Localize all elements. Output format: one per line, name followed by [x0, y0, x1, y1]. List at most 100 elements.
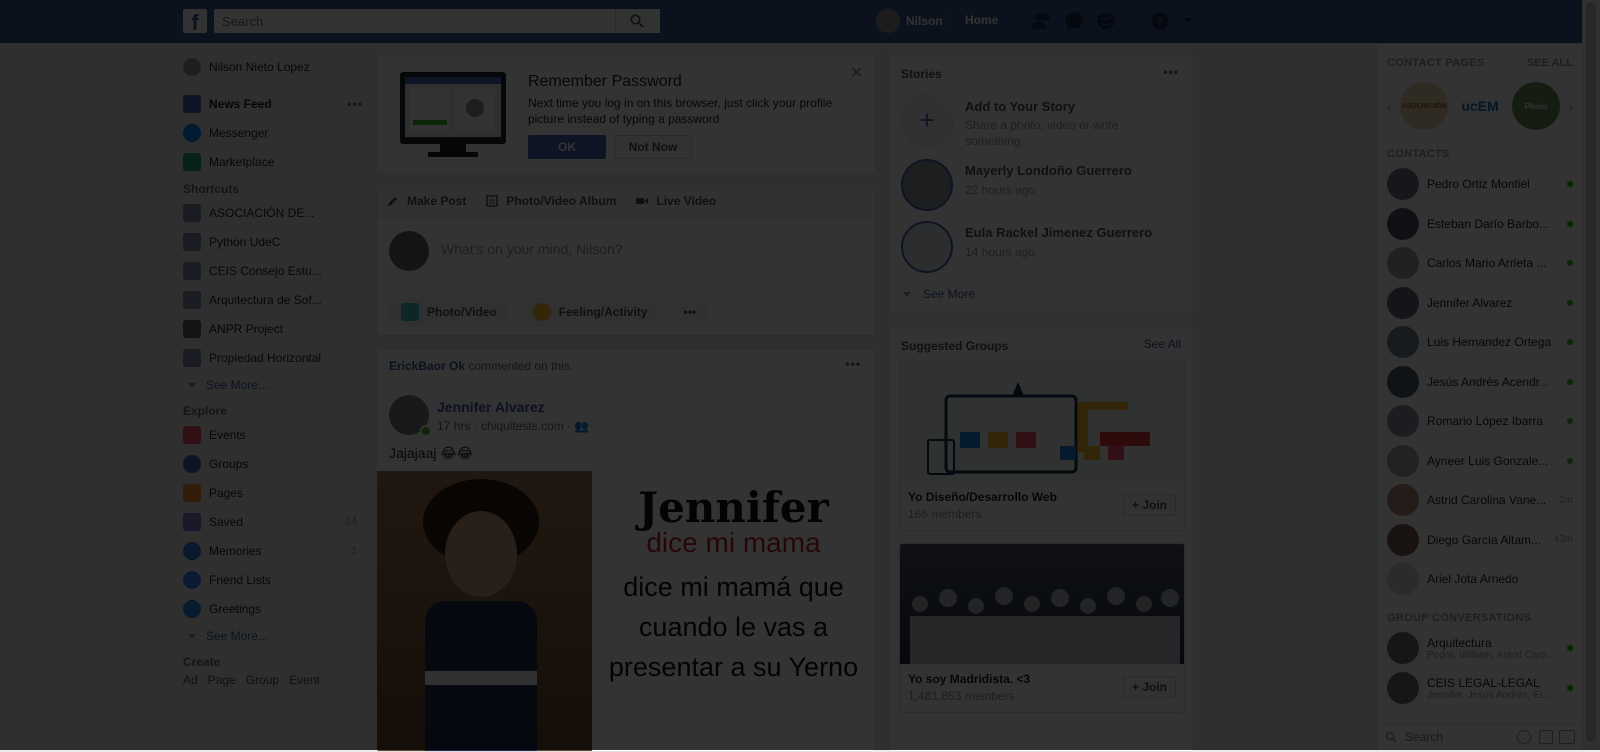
sidebar-item-pages[interactable]: Pages [183, 478, 363, 507]
feeling-activity-button[interactable]: Feeling/Activity [520, 297, 660, 327]
sidebar-item-marketplace[interactable]: Marketplace [183, 147, 363, 176]
sidebar-item-greetings[interactable]: Greetings [183, 594, 363, 623]
sidebar-item-saved[interactable]: Saved 14 [183, 507, 363, 536]
shortcut-item[interactable]: Propiedad Horizontal [183, 343, 363, 372]
composer-actions: Photo/Video Feeling/Activity ••• [389, 297, 709, 327]
see-all-link[interactable]: See All [1144, 337, 1181, 351]
sidebar-item-label: Saved [209, 514, 244, 529]
contact-page-logo[interactable]: ucEM [1455, 82, 1504, 130]
chevron-left-icon[interactable]: ‹ [1387, 98, 1392, 114]
sidebar-item-friend-lists[interactable]: Friend Lists [183, 565, 363, 594]
search-button[interactable] [615, 9, 660, 33]
post-input[interactable]: What's on your mind, Nilson? [441, 241, 623, 257]
create-event-link[interactable]: Event [289, 673, 320, 687]
tab-make-post[interactable]: Make Post [377, 194, 476, 208]
shortcut-label: Arquitectura de Sof... [209, 292, 322, 307]
sidebar-item-events[interactable]: Events [183, 420, 363, 449]
contact-item[interactable]: Pedro Ortiz Montiel [1387, 166, 1573, 202]
story-time: 22 hours ago [965, 183, 1036, 197]
contact-name: Esteban Darío Barbo... [1427, 216, 1550, 231]
tab-photo-video-album[interactable]: Photo/Video Album [476, 194, 626, 208]
online-indicator-icon [1567, 260, 1573, 266]
photo-video-button[interactable]: Photo/Video [389, 297, 509, 327]
contact-item[interactable]: Romario López Ibarra [1387, 403, 1573, 439]
stories-options-icon[interactable]: ••• [1163, 65, 1179, 79]
avatar [876, 9, 900, 33]
more-options-button[interactable]: ••• [671, 297, 709, 327]
account-menu-icon[interactable] [1176, 9, 1200, 33]
news-feed-icon [183, 94, 201, 113]
shortcut-item[interactable]: CEIS Consejo Estu... [183, 256, 363, 285]
shortcut-item[interactable]: Python UdeC [183, 227, 363, 256]
sidebar-item-news-feed[interactable]: News Feed ••• [183, 89, 363, 118]
create-page-link[interactable]: Page [208, 673, 236, 687]
meme-body: dice mi mamá que cuando le vas a present… [608, 572, 859, 682]
shortcut-item[interactable]: ASOCIACIÓN DE... [183, 198, 363, 227]
join-group-button[interactable]: + Join [1122, 494, 1176, 516]
join-group-button[interactable]: + Join [1122, 676, 1176, 698]
chevron-right-icon[interactable]: › [1568, 98, 1573, 114]
messenger-icon[interactable] [1062, 9, 1086, 33]
sidebar-item-label: Memories [209, 543, 262, 558]
home-link[interactable]: Home [965, 13, 998, 27]
group-name[interactable]: Yo soy Madridista. <3 [908, 672, 1030, 686]
avatar [1387, 207, 1419, 240]
shortcut-item[interactable]: Arquitectura de Sof... [183, 285, 363, 314]
contact-page-logo[interactable]: ASOCIACIÓN [1399, 82, 1448, 130]
group-name[interactable]: Yo Diseño/Desarrollo Web [908, 490, 1057, 504]
group-conversation-item[interactable]: Arquitectura Pedro, William, Astrid Caro… [1387, 630, 1573, 666]
avatar [1387, 326, 1419, 358]
contact-item[interactable]: Ayneer Luis Gonzale... [1387, 443, 1573, 479]
friend-requests-icon[interactable] [1030, 9, 1054, 33]
contact-pages-see-all[interactable]: SEE ALL [1527, 57, 1573, 69]
explore-see-more[interactable]: See More... [183, 623, 363, 649]
ok-button[interactable]: OK [528, 135, 606, 159]
post-image[interactable]: Jennifer dice mi mama dice mi mamá que c… [377, 471, 875, 751]
search-input[interactable] [214, 9, 620, 33]
contact-item[interactable]: Jennifer Alvarez [1387, 285, 1573, 321]
contact-item[interactable]: Jesús Andrés Acendr... [1387, 364, 1573, 400]
shortcut-item[interactable]: ANPR Project [183, 314, 363, 343]
online-indicator-icon [1567, 457, 1573, 464]
activity-actor-link[interactable]: ErickBaor Ok [389, 359, 465, 373]
help-icon[interactable]: ? [1148, 9, 1172, 33]
new-message-icon[interactable] [1539, 730, 1553, 744]
gear-icon[interactable] [1517, 730, 1531, 744]
group-conversation-item[interactable]: CEIS LEGAL-LEGAL Jennifer, Jesús Andrés,… [1387, 670, 1573, 706]
profile-link[interactable]: Nilson [876, 8, 943, 34]
sidebar-item-profile[interactable]: Nilson Nieto Lopez [183, 52, 363, 81]
contact-item[interactable]: Carlos Mario Arrieta ... [1387, 245, 1573, 281]
create-group-link[interactable]: Group [246, 673, 279, 687]
contact-item[interactable]: Esteban Darío Barbo... [1387, 206, 1573, 242]
group-chat-icon[interactable] [1559, 730, 1575, 744]
close-icon[interactable]: ✕ [850, 63, 863, 83]
contact-item[interactable]: Diego García Altam... 43m [1387, 522, 1573, 558]
post-timestamp[interactable]: 17 hrs · chiquitests.com · [437, 419, 571, 433]
shortcuts-see-more[interactable]: See More... [183, 372, 363, 398]
chat-search-bar [1377, 723, 1583, 750]
notifications-icon[interactable] [1094, 9, 1118, 33]
facebook-logo-icon[interactable]: f [183, 9, 207, 33]
scrollbar-thumb[interactable] [1586, 2, 1596, 742]
chat-search-input[interactable] [1403, 729, 1507, 745]
group-card[interactable]: Yo soy Madridista. <3 1,481,853 members … [899, 543, 1185, 713]
contact-item[interactable]: Luis Hernandez Ortega [1387, 324, 1573, 360]
more-options-icon[interactable]: ••• [347, 97, 363, 111]
sidebar-item-messenger[interactable]: Messenger [183, 118, 363, 147]
story-description: Share a photo, video or write something [965, 118, 1119, 148]
tab-live-video[interactable]: Live Video [626, 194, 726, 208]
contact-item[interactable]: Ariel Jota Arnedo [1387, 561, 1573, 597]
tab-label: Live Video [656, 194, 717, 208]
post-author-link[interactable]: Jennifer Alvarez [437, 399, 545, 415]
post-options-icon[interactable]: ••• [845, 357, 861, 371]
group-card[interactable]: Yo Diseño/Desarrollo Web 166 members + J… [899, 361, 1185, 531]
stories-see-more[interactable]: See More [903, 287, 975, 301]
contact-item[interactable]: Astrid Carolina Vane... 2m [1387, 482, 1573, 518]
group-icon [183, 261, 201, 280]
page-scrollbar[interactable] [1582, 0, 1600, 750]
not-now-button[interactable]: Not Now [614, 135, 692, 159]
contact-page-logo[interactable]: Photo [1512, 82, 1561, 130]
sidebar-item-groups[interactable]: Groups [183, 449, 363, 478]
create-ad-link[interactable]: Ad [183, 673, 198, 687]
sidebar-item-memories[interactable]: Memories 1 [183, 536, 363, 565]
